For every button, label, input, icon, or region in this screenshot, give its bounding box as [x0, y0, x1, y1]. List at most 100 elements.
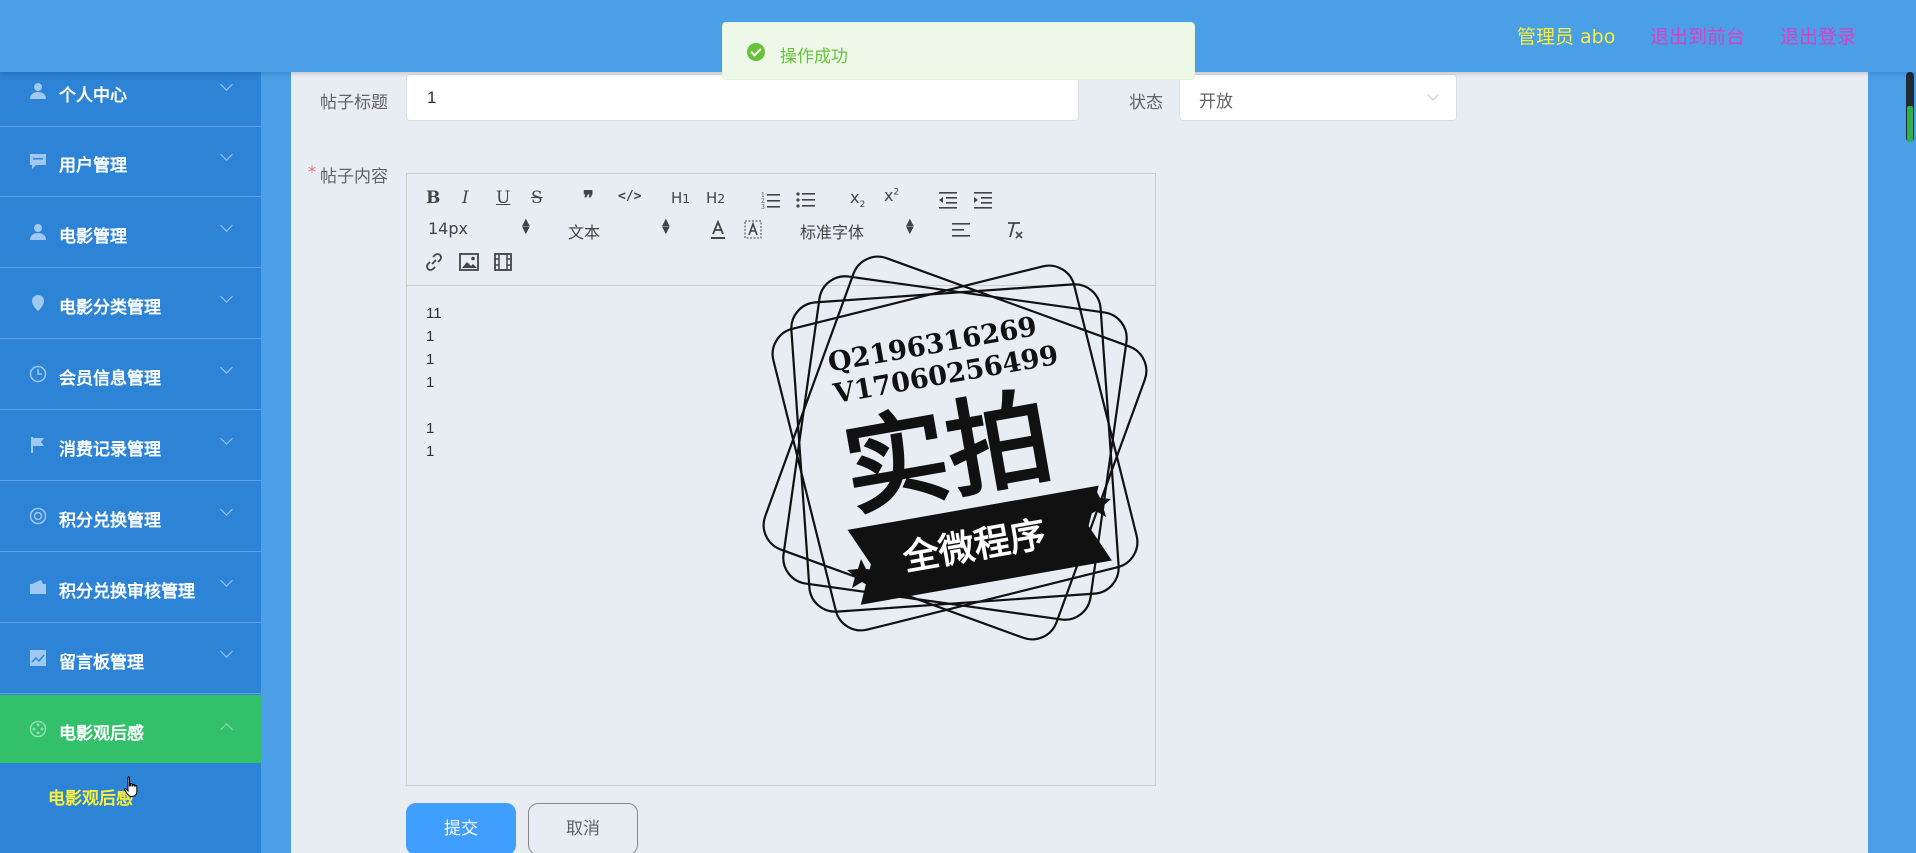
- sidebar-item-label: 电影管理: [59, 227, 127, 247]
- chevron-down-icon: [1427, 89, 1439, 101]
- outdent-icon[interactable]: [938, 191, 958, 209]
- text-color-icon[interactable]: [709, 220, 727, 240]
- italic-icon[interactable]: I: [462, 188, 469, 208]
- post-title-label: 帖子标题: [320, 93, 388, 113]
- background-color-icon[interactable]: [744, 220, 762, 240]
- submenu-item-label: 电影观后感: [48, 789, 133, 809]
- code-block-icon[interactable]: </>: [618, 189, 641, 204]
- watermark-stamp: Q2196316269 V17060256499 实拍 全微程序: [762, 255, 1148, 641]
- bullet-list-icon[interactable]: [796, 191, 816, 209]
- subscript-icon[interactable]: x2: [850, 188, 865, 210]
- content-line: 1: [426, 351, 435, 368]
- sidebar-item-message-board-management[interactable]: 留言板管理: [0, 624, 261, 694]
- chevron-down-icon: [220, 219, 233, 232]
- sidebar-item-member-info-management[interactable]: 会员信息管理: [0, 340, 261, 410]
- sidebar-item-movie-category-management[interactable]: 电影分类管理: [0, 269, 261, 339]
- sidebar-item-label: 积分兑换审核管理: [59, 582, 195, 602]
- sidebar-item-label: 消费记录管理: [59, 440, 161, 460]
- font-family-select[interactable]: 标准字体 ▲ ▼: [800, 217, 916, 243]
- image-icon[interactable]: [459, 253, 479, 271]
- sidebar-item-movie-management[interactable]: 电影管理: [0, 198, 261, 268]
- sidebar-item-label: 个人中心: [59, 86, 127, 106]
- up-down-caret-icon: ▲ ▼: [522, 217, 530, 236]
- success-check-icon: [747, 43, 765, 61]
- required-asterisk: *: [308, 162, 316, 181]
- align-left-icon[interactable]: [951, 222, 971, 238]
- content-line: 1: [426, 374, 435, 391]
- up-down-caret-icon: ▲ ▼: [906, 217, 914, 236]
- heading-1-icon[interactable]: H1: [671, 189, 690, 207]
- post-content-label: 帖子内容: [320, 167, 388, 187]
- content-line: 11: [426, 305, 442, 322]
- ordered-list-icon[interactable]: 123: [761, 191, 781, 209]
- wallet-icon: [29, 578, 47, 596]
- status-selected-value: 开放: [1199, 92, 1233, 112]
- status-label: 状态: [1129, 93, 1163, 113]
- chevron-up-icon: [220, 723, 233, 736]
- content-line: 1: [426, 328, 435, 345]
- clock-icon: [29, 365, 47, 383]
- chevron-down-icon: [220, 78, 233, 91]
- video-icon[interactable]: [494, 253, 512, 271]
- header-format-select[interactable]: 文本 ▲ ▼: [568, 217, 672, 243]
- sidebar-item-label: 电影观后感: [59, 724, 144, 744]
- sidebar-item-user-management[interactable]: 用户管理: [0, 127, 261, 197]
- sidebar-item-consumption-record-management[interactable]: 消费记录管理: [0, 411, 261, 481]
- content-line: 1: [426, 420, 435, 437]
- sidebar-item-points-exchange-review-management[interactable]: 积分兑换审核管理: [0, 553, 261, 623]
- content-line: 1: [426, 443, 435, 460]
- superscript-icon[interactable]: x2: [884, 186, 899, 205]
- sidebar-item-label: 会员信息管理: [59, 369, 161, 389]
- underline-icon[interactable]: U: [496, 188, 510, 208]
- chevron-down-icon: [220, 290, 233, 303]
- up-down-caret-icon: ▲ ▼: [662, 217, 670, 236]
- chevron-down-icon: [220, 148, 233, 161]
- link-icon[interactable]: [424, 252, 444, 272]
- blockquote-icon[interactable]: ❞: [583, 186, 594, 210]
- chat-icon: [29, 152, 47, 170]
- chevron-down-icon: [220, 503, 233, 516]
- svg-text:3: 3: [761, 204, 765, 209]
- toast-message: 操作成功: [780, 47, 848, 67]
- user-icon: [29, 223, 47, 241]
- success-toast: 操作成功: [722, 22, 1195, 80]
- sidebar-item-label: 留言板管理: [59, 653, 144, 673]
- film-icon: [29, 720, 47, 738]
- status-select[interactable]: 开放: [1179, 74, 1457, 121]
- content-line: [426, 394, 442, 417]
- bold-icon[interactable]: B: [426, 188, 440, 208]
- sidebar-item-movie-reviews[interactable]: 电影观后感: [0, 695, 261, 765]
- lifebuoy-icon: [29, 507, 47, 525]
- user-icon: [29, 82, 47, 100]
- chart-icon: [29, 649, 47, 667]
- font-size-select[interactable]: 14px ▲ ▼: [428, 217, 532, 239]
- location-icon: [29, 294, 47, 312]
- chevron-down-icon: [220, 574, 233, 587]
- sidebar-item-label: 电影分类管理: [59, 298, 161, 318]
- post-title-input[interactable]: 1: [406, 74, 1079, 121]
- clear-format-icon[interactable]: [1004, 220, 1024, 240]
- indent-icon[interactable]: [973, 191, 993, 209]
- admin-username: 管理员 abo: [1517, 26, 1616, 48]
- sidebar-menu: 个人中心 用户管理 电影管理 电影分类管理 会员信息管理 消费记录管理 积分兑换…: [0, 0, 261, 853]
- page-scrollbar[interactable]: [1904, 72, 1916, 853]
- sidebar-item-label: 积分兑换管理: [59, 511, 161, 531]
- font-size-value: 14px: [428, 219, 468, 238]
- strikethrough-icon[interactable]: S: [531, 188, 543, 208]
- cancel-button[interactable]: 取消: [528, 803, 638, 853]
- flag-icon: [29, 436, 47, 454]
- chevron-down-icon: [220, 432, 233, 445]
- chevron-down-icon: [220, 361, 233, 374]
- editor-content[interactable]: 11 1 1 1 1 1: [426, 302, 442, 463]
- logout-link[interactable]: 退出登录: [1780, 22, 1856, 49]
- scrollbar-thumb[interactable]: [1906, 72, 1914, 142]
- header-format-value: 文本: [568, 223, 601, 242]
- sidebar-item-points-exchange-management[interactable]: 积分兑换管理: [0, 482, 261, 552]
- heading-2-icon[interactable]: H2: [706, 189, 725, 207]
- font-family-value: 标准字体: [800, 223, 865, 242]
- hand-cursor-icon: [124, 776, 138, 797]
- chevron-down-icon: [220, 645, 233, 658]
- sidebar-item-label: 用户管理: [59, 156, 127, 176]
- exit-to-frontend-link[interactable]: 退出到前台: [1650, 22, 1745, 49]
- submit-button[interactable]: 提交: [406, 803, 516, 853]
